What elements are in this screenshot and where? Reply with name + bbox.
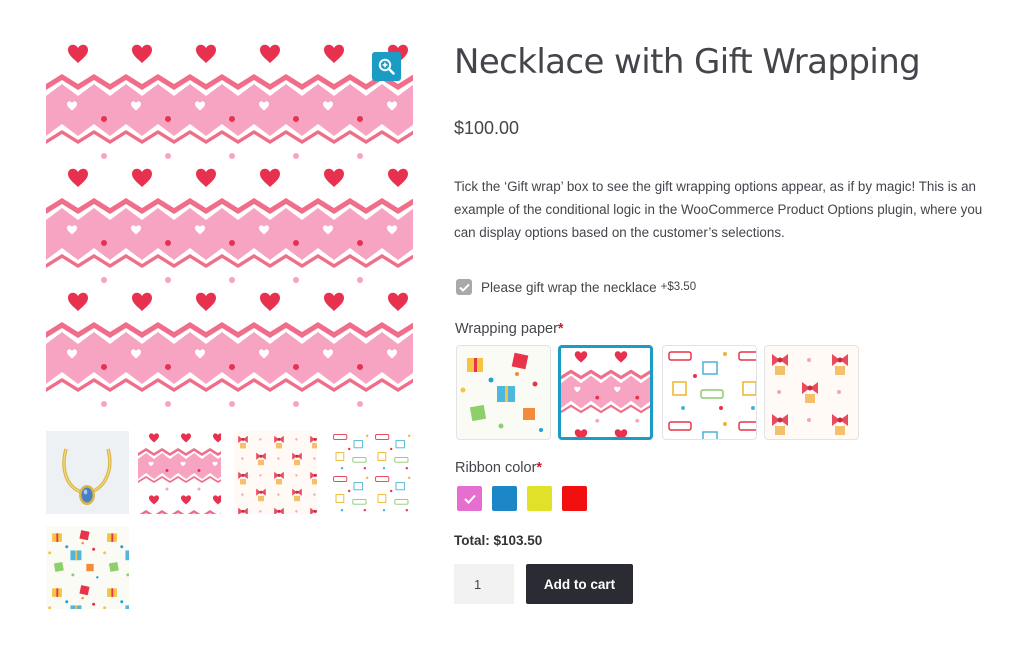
gift-wrap-option[interactable]: Please gift wrap the necklace +$3.50	[456, 277, 696, 297]
total-label: Total:	[454, 533, 490, 548]
product-price: $100.00	[454, 118, 520, 138]
wrapping-swatch-gift-bows[interactable]	[764, 345, 859, 440]
product-description: Tick the ‘Gift wrap’ box to see the gift…	[454, 179, 983, 240]
gift-wrap-checkbox[interactable]	[456, 279, 472, 295]
required-mark: *	[536, 460, 543, 476]
gift-wrap-price: +$3.50	[660, 281, 697, 293]
quantity-input[interactable]	[454, 564, 514, 604]
ribbon-color-pink[interactable]	[457, 486, 482, 511]
wrapping-swatch-colorful-gifts[interactable]	[456, 345, 551, 440]
thumbnail-birthday-gifts[interactable]	[330, 431, 413, 514]
total-value: $103.50	[493, 533, 543, 548]
zoom-button[interactable]	[372, 52, 401, 81]
thumbnail-necklace[interactable]	[46, 431, 129, 514]
product-main-image[interactable]	[46, 40, 413, 407]
add-to-cart-button[interactable]: Add to cart	[526, 564, 633, 604]
wrapping-swatch-hearts-chevron[interactable]	[558, 345, 653, 440]
thumbnail-hearts-chevron[interactable]	[138, 431, 221, 514]
necklace-image	[62, 448, 112, 505]
gift-wrap-label: Please gift wrap the necklace	[481, 279, 657, 295]
wrapping-paper-label-text: Wrapping paper	[455, 321, 558, 337]
ribbon-color-label-text: Ribbon color	[455, 460, 537, 476]
total-price: Total: $103.50	[454, 533, 542, 548]
ribbon-color-blue[interactable]	[492, 486, 517, 511]
wrapping-swatch-birthday-gifts[interactable]	[662, 345, 757, 440]
thumbnail-gift-bows[interactable]	[234, 431, 317, 514]
ribbon-color-yellow[interactable]	[527, 486, 552, 511]
required-mark: *	[557, 321, 564, 337]
checkmark-icon	[463, 494, 476, 504]
checkmark-icon	[458, 283, 470, 292]
ribbon-color-label: Ribbon color*	[455, 460, 542, 476]
wrapping-paper-label: Wrapping paper*	[455, 321, 564, 337]
product-title: Necklace with Gift Wrapping	[454, 42, 921, 82]
ribbon-color-red[interactable]	[562, 486, 587, 511]
thumbnail-colorful-gifts[interactable]	[46, 526, 129, 609]
magnify-plus-icon	[378, 58, 395, 75]
